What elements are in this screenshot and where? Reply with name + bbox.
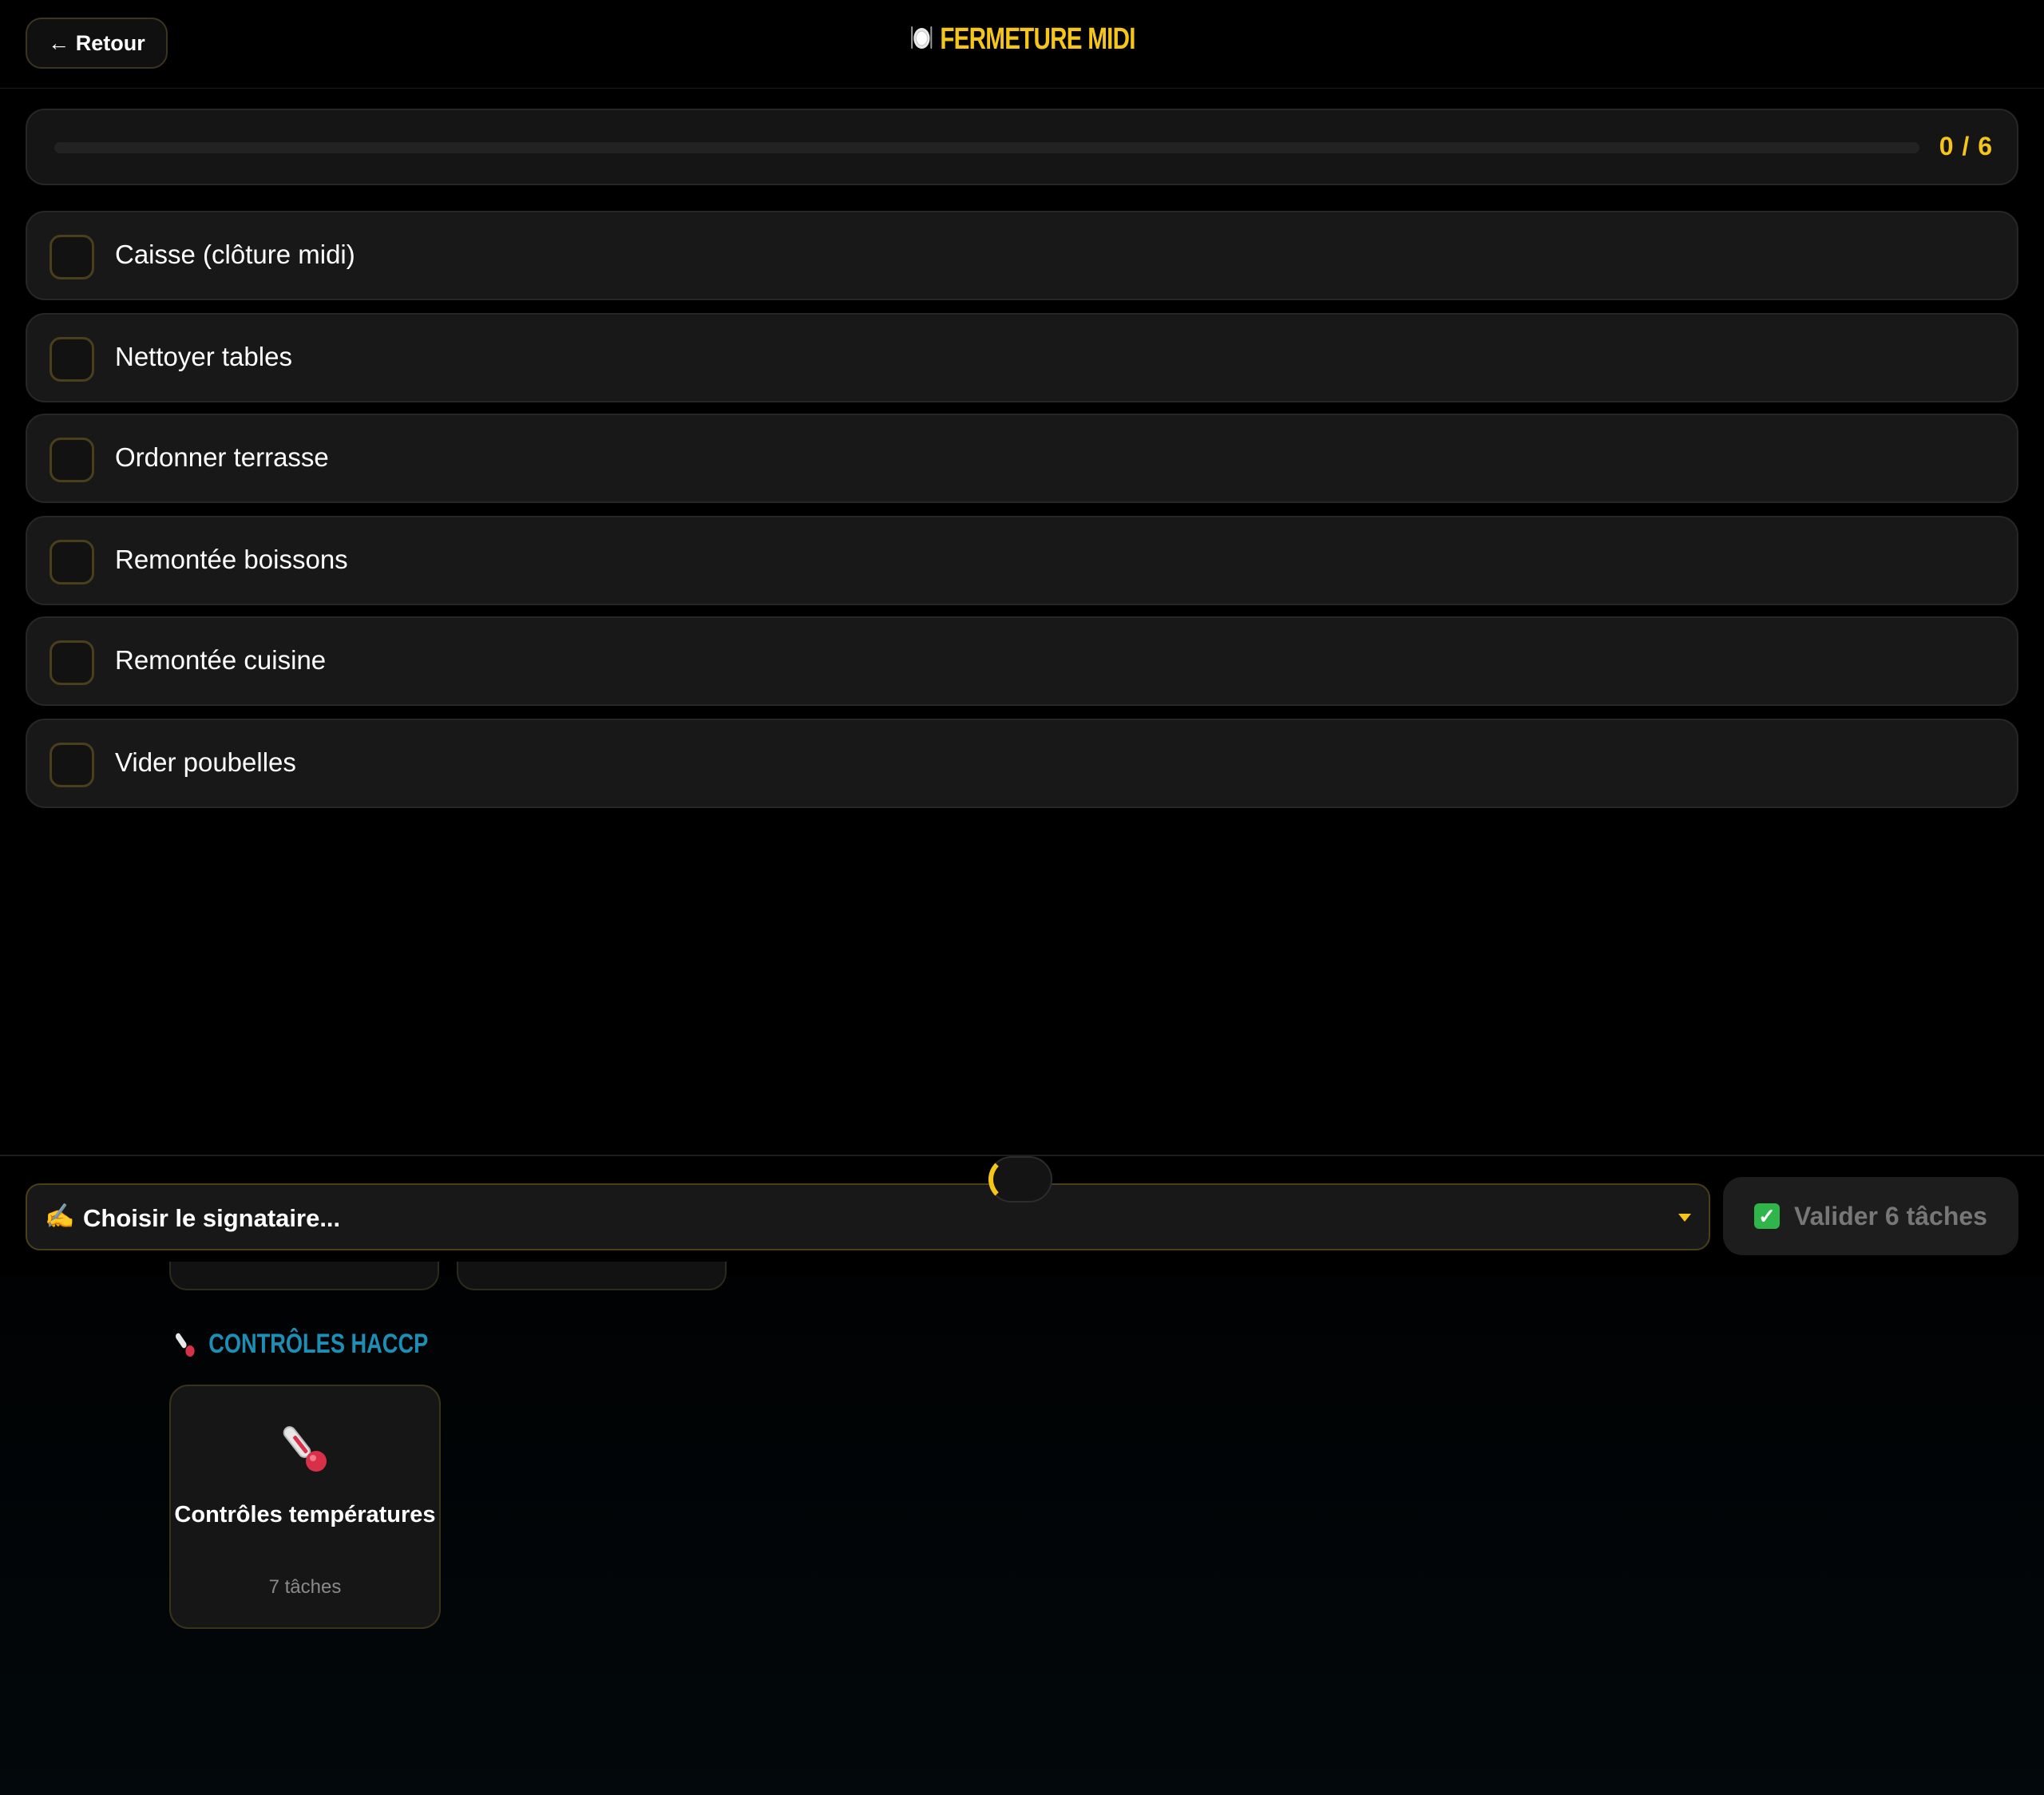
card-partial [169, 1262, 439, 1290]
section-title-haccp: CONTRÔLES HACCP [174, 1329, 428, 1360]
check-mark-button-icon: ✓ [1754, 1203, 1781, 1229]
card-partial [457, 1262, 727, 1290]
task-checkbox[interactable] [50, 640, 94, 685]
task-checkbox[interactable] [50, 337, 94, 382]
card-subtitle: 7 tâches [268, 1576, 342, 1598]
plate-cutlery-icon [911, 26, 933, 49]
section-title-text: CONTRÔLES HACCP [208, 1329, 429, 1359]
progress-card: 0 / 6 [26, 109, 2018, 185]
haccp-card-temperatures[interactable]: Contrôles températures 7 tâches [169, 1385, 441, 1629]
task-checkbox[interactable] [50, 540, 94, 584]
task-label: Remontée boissons [115, 545, 348, 574]
back-button-label: ← Retour [48, 30, 145, 55]
task-item[interactable]: Remontée boissons [26, 516, 2018, 605]
page-title-text: FERMETURE MIDI [940, 22, 1135, 56]
progress-count: 0 / 6 [1939, 132, 1993, 160]
task-checkbox[interactable] [50, 235, 94, 279]
task-item[interactable]: Remontée cuisine [26, 616, 2018, 706]
task-label: Nettoyer tables [115, 342, 292, 371]
signer-placeholder: Choisir le signataire... [83, 1204, 341, 1232]
task-label: Caisse (clôture midi) [115, 240, 355, 269]
top-header: ← Retour FERMETURE MIDI [0, 0, 2044, 89]
validate-button[interactable]: ✓ Valider 6 tâches [1723, 1177, 2018, 1255]
loading-spinner [988, 1156, 1052, 1203]
task-checkbox[interactable] [50, 438, 94, 482]
task-item[interactable]: Caisse (clôture midi) [26, 211, 2018, 300]
task-label: Remontée cuisine [115, 645, 327, 675]
card-title: Contrôles températures [174, 1502, 436, 1528]
thermometer-icon [176, 1333, 195, 1357]
progress-bar [54, 142, 1919, 153]
writing-hand-icon: ✍ [45, 1203, 75, 1230]
task-label: Ordonner terrasse [115, 442, 329, 472]
signer-select[interactable]: ✍ Choisir le signataire... [26, 1183, 1710, 1250]
task-item[interactable]: Nettoyer tables [26, 313, 2018, 402]
thermometer-icon [283, 1426, 327, 1472]
back-button[interactable]: ← Retour [26, 18, 168, 69]
page-title: FERMETURE MIDI [225, 22, 1820, 57]
chevron-down-icon [1678, 1214, 1691, 1222]
task-item[interactable]: Ordonner terrasse [26, 414, 2018, 503]
task-item[interactable]: Vider poubelles [26, 719, 2018, 808]
validate-button-label: Valider 6 tâches [1794, 1201, 1987, 1230]
task-checkbox[interactable] [50, 743, 94, 787]
task-label: Vider poubelles [115, 747, 296, 777]
